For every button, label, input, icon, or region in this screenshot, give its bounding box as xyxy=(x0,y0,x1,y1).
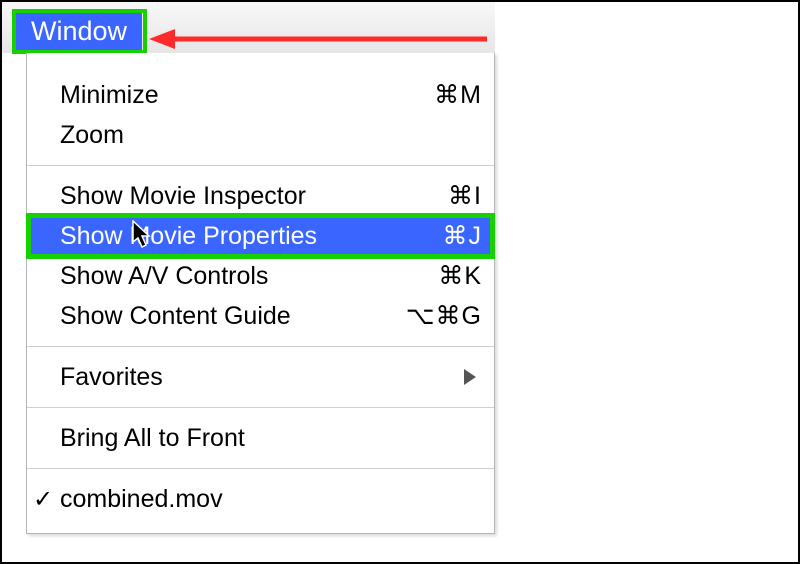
menu-item-favorites[interactable]: Favorites xyxy=(27,357,494,397)
checkmark-icon: ✓ xyxy=(33,485,53,514)
menu-separator xyxy=(27,468,494,469)
submenu-arrow-icon xyxy=(464,369,476,385)
window-menu-dropdown: Minimize ⌘M Zoom Show Movie Inspector ⌘I… xyxy=(26,53,495,534)
menu-item-shortcut: ⌘M xyxy=(396,80,482,110)
screenshot-frame: Window Minimize ⌘M Zoom Show Movie Inspe… xyxy=(0,0,800,564)
menu-separator xyxy=(27,346,494,347)
menu-item-label: Zoom xyxy=(60,121,396,150)
menu-item-show-movie-properties[interactable]: Show Movie Properties ⌘J xyxy=(27,216,494,256)
menu-item-label: Show A/V Controls xyxy=(60,262,396,291)
menu-item-label: Show Movie Properties xyxy=(60,222,396,251)
menu-item-label: Favorites xyxy=(60,363,464,392)
menu-item-label: Minimize xyxy=(60,81,396,110)
menu-item-label: combined.mov xyxy=(60,485,396,514)
menu-item-shortcut: ⌘K xyxy=(396,261,482,291)
menu-item-label: Show Movie Inspector xyxy=(60,182,396,211)
menubar: Window xyxy=(2,2,495,53)
menu-item-show-content-guide[interactable]: Show Content Guide ⌥⌘G xyxy=(27,296,494,336)
menu-item-shortcut: ⌥⌘G xyxy=(396,301,482,331)
menu-item-shortcut: ⌘I xyxy=(396,181,482,211)
menu-item-show-av-controls[interactable]: Show A/V Controls ⌘K xyxy=(27,256,494,296)
menu-item-zoom[interactable]: Zoom xyxy=(27,115,494,155)
menu-item-shortcut: ⌘J xyxy=(396,221,482,251)
menu-item-show-movie-inspector[interactable]: Show Movie Inspector ⌘I xyxy=(27,176,494,216)
menu-item-window-combined-mov[interactable]: ✓ combined.mov xyxy=(27,479,494,519)
menu-separator xyxy=(27,407,494,408)
window-menu-title[interactable]: Window xyxy=(16,13,142,51)
menu-item-bring-all-to-front[interactable]: Bring All to Front xyxy=(27,418,494,458)
menu-item-label: Show Content Guide xyxy=(60,302,396,331)
menu-item-minimize[interactable]: Minimize ⌘M xyxy=(27,75,494,115)
menu-item-label: Bring All to Front xyxy=(60,424,396,453)
menu-separator xyxy=(27,165,494,166)
